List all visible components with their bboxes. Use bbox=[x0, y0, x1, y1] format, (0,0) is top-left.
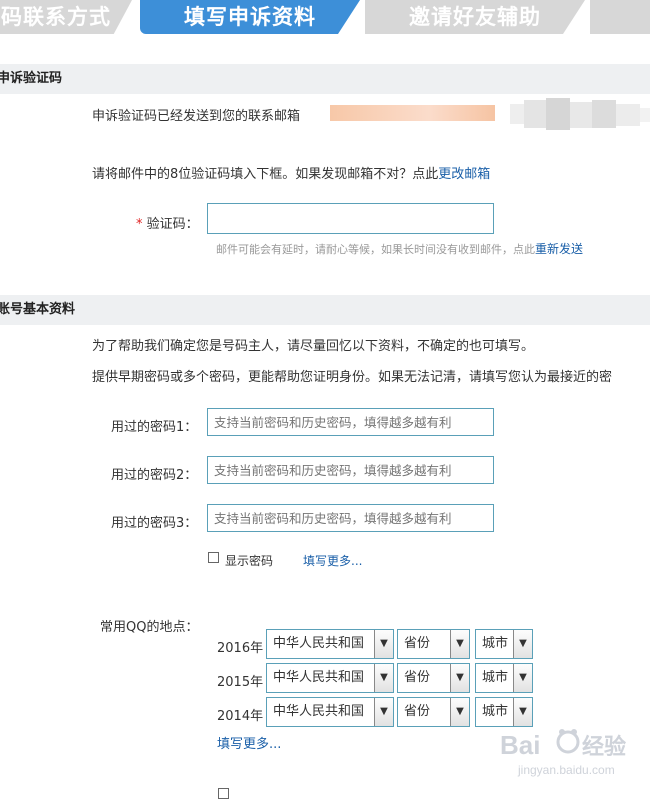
change-email-link[interactable]: 更改邮箱 bbox=[438, 167, 490, 182]
code-instruction: 请将邮件中的8位验证码填入下框。如果发现邮箱不对？点此更改邮箱 bbox=[92, 163, 490, 182]
required-mark: * bbox=[136, 217, 143, 232]
password-1-input[interactable] bbox=[207, 408, 494, 436]
password-2-input[interactable] bbox=[207, 456, 494, 484]
country-select-2015[interactable]: 中华人民共和国 ▼ bbox=[266, 663, 394, 693]
redacted-email-blur bbox=[510, 98, 650, 132]
province-select-2016[interactable]: 省份 ▼ bbox=[397, 629, 470, 659]
password-1-label: 用过的密码1： bbox=[111, 420, 198, 435]
chevron-down-icon: ▼ bbox=[513, 664, 532, 692]
location-year-2015: 2015年 bbox=[217, 675, 264, 690]
city-select-2016[interactable]: 城市 ▼ bbox=[475, 629, 533, 659]
province-select-2015[interactable]: 省份 ▼ bbox=[397, 663, 470, 693]
location-year-2014: 2014年 bbox=[217, 709, 264, 724]
svg-text:Bai: Bai bbox=[500, 730, 540, 760]
chevron-down-icon: ▼ bbox=[513, 630, 532, 658]
resend-link[interactable]: 重新发送 bbox=[535, 242, 583, 256]
fill-more-passwords-link[interactable]: 填写更多... bbox=[303, 552, 362, 569]
country-select-2014[interactable]: 中华人民共和国 ▼ bbox=[266, 697, 394, 727]
baidu-watermark-logo: Bai 经验 jingyan.baidu.com bbox=[500, 729, 626, 777]
chevron-down-icon: ▼ bbox=[450, 664, 469, 692]
redacted-email bbox=[330, 105, 495, 121]
chevron-down-icon: ▼ bbox=[374, 630, 393, 658]
code-instruction-text: 请将邮件中的8位验证码填入下框。如果发现邮箱不对？点此 bbox=[92, 167, 439, 182]
location-label: 常用QQ的地点： bbox=[100, 620, 199, 635]
svg-text:jingyan.baidu.com: jingyan.baidu.com bbox=[517, 763, 615, 777]
chevron-down-icon: ▼ bbox=[450, 630, 469, 658]
verification-code-input[interactable] bbox=[207, 203, 494, 234]
account-intro-2: 提供早期密码或多个密码，更能帮助您证明身份。如果无法记清，请填写您认为最接近的密 bbox=[92, 370, 613, 385]
chevron-down-icon: ▼ bbox=[374, 664, 393, 692]
password-3-input[interactable] bbox=[207, 504, 494, 532]
progress-steps: 码联系方式 填写申诉资料 邀请好友辅助 bbox=[0, 0, 650, 34]
section-header-verify: 申诉验证码 bbox=[0, 64, 650, 94]
province-select-2014[interactable]: 省份 ▼ bbox=[397, 697, 470, 727]
svg-text:经验: 经验 bbox=[582, 734, 626, 759]
city-select-2015[interactable]: 城市 ▼ bbox=[475, 663, 533, 693]
account-intro-1: 为了帮助我们确定您是号码主人，请尽量回忆以下资料，不确定的也可填写。 bbox=[92, 339, 535, 354]
step-contact-info: 码联系方式 bbox=[0, 0, 132, 34]
step-next bbox=[590, 0, 650, 34]
step-invite-friends: 邀请好友辅助 bbox=[365, 0, 585, 34]
resend-hint: 邮件可能会有延时，请耐心等候，如果长时间没有收到邮件，点此重新发送 bbox=[216, 240, 583, 257]
step-fill-appeal-info: 填写申诉资料 bbox=[140, 0, 360, 34]
section-header-account: 账号基本资料 bbox=[0, 295, 650, 325]
country-select-2016[interactable]: 中华人民共和国 ▼ bbox=[266, 629, 394, 659]
fill-more-locations-link[interactable]: 填写更多... bbox=[217, 733, 281, 752]
code-label-text: 验证码： bbox=[146, 217, 199, 232]
code-label: * 验证码： bbox=[136, 213, 199, 232]
location-year-2016: 2016年 bbox=[217, 641, 264, 656]
resend-hint-text: 邮件可能会有延时，请耐心等候，如果长时间没有收到邮件，点此 bbox=[216, 243, 535, 256]
show-password-checkbox[interactable] bbox=[208, 552, 219, 563]
chevron-down-icon: ▼ bbox=[450, 698, 469, 726]
password-3-label: 用过的密码3： bbox=[111, 516, 198, 531]
code-sent-text: 申诉验证码已经发送到您的联系邮箱 bbox=[92, 109, 301, 124]
show-password-label: 显示密码 bbox=[225, 554, 274, 568]
password-2-label: 用过的密码2： bbox=[111, 468, 198, 483]
chevron-down-icon: ▼ bbox=[374, 698, 393, 726]
partial-checkbox[interactable] bbox=[218, 788, 229, 799]
